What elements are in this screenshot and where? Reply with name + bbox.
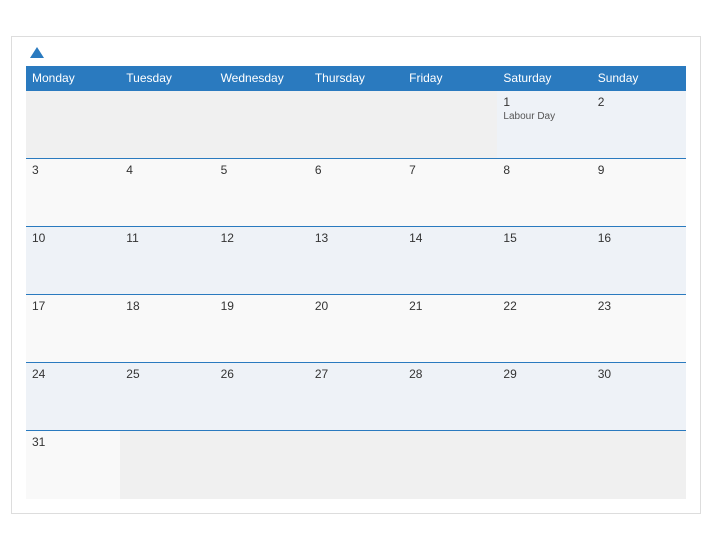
day-number: 30: [598, 367, 680, 381]
calendar-cell: 25: [120, 363, 214, 431]
day-number: 1: [503, 95, 585, 109]
day-number: 24: [32, 367, 114, 381]
calendar-cell: [403, 91, 497, 159]
calendar-cell: 26: [215, 363, 309, 431]
calendar-cell: [120, 431, 214, 499]
weekday-header: Tuesday: [120, 66, 214, 91]
day-number: 27: [315, 367, 397, 381]
day-number: 12: [221, 231, 303, 245]
calendar-cell: 2: [592, 91, 686, 159]
calendar-cell: 3: [26, 159, 120, 227]
day-number: 8: [503, 163, 585, 177]
calendar-cell: [120, 91, 214, 159]
logo: [26, 47, 44, 58]
day-number: 28: [409, 367, 491, 381]
calendar-week-row: 1 Labour Day 2: [26, 91, 686, 159]
calendar-cell: 18: [120, 295, 214, 363]
calendar-cell: 1 Labour Day: [497, 91, 591, 159]
calendar-cell: 22: [497, 295, 591, 363]
calendar-cell: 9: [592, 159, 686, 227]
day-number: 13: [315, 231, 397, 245]
calendar-cell: [26, 91, 120, 159]
day-number: 2: [598, 95, 680, 109]
day-number: 14: [409, 231, 491, 245]
day-number: 31: [32, 435, 114, 449]
calendar-cell: 21: [403, 295, 497, 363]
day-number: 20: [315, 299, 397, 313]
calendar-header: [26, 47, 686, 58]
calendar-cell: 24: [26, 363, 120, 431]
calendar-cell: 11: [120, 227, 214, 295]
calendar-cell: [309, 431, 403, 499]
calendar-cell: 31: [26, 431, 120, 499]
calendar-week-row: 17 18 19 20 21 22 23: [26, 295, 686, 363]
calendar-cell: 14: [403, 227, 497, 295]
weekday-header: Wednesday: [215, 66, 309, 91]
weekday-header: Saturday: [497, 66, 591, 91]
weekday-header: Thursday: [309, 66, 403, 91]
calendar-week-row: 31: [26, 431, 686, 499]
day-number: 23: [598, 299, 680, 313]
day-number: 22: [503, 299, 585, 313]
calendar-cell: [497, 431, 591, 499]
calendar-cell: 17: [26, 295, 120, 363]
calendar-cell: 15: [497, 227, 591, 295]
calendar-cell: 28: [403, 363, 497, 431]
day-number: 10: [32, 231, 114, 245]
day-number: 15: [503, 231, 585, 245]
day-number: 4: [126, 163, 208, 177]
calendar-cell: 20: [309, 295, 403, 363]
day-number: 25: [126, 367, 208, 381]
calendar-cell: 29: [497, 363, 591, 431]
day-number: 18: [126, 299, 208, 313]
weekday-header: Friday: [403, 66, 497, 91]
calendar-cell: 16: [592, 227, 686, 295]
calendar-cell: [309, 91, 403, 159]
day-number: 5: [221, 163, 303, 177]
calendar-cell: 6: [309, 159, 403, 227]
day-number: 9: [598, 163, 680, 177]
calendar-cell: 4: [120, 159, 214, 227]
calendar-cell: 8: [497, 159, 591, 227]
weekday-header: Monday: [26, 66, 120, 91]
calendar-cell: [403, 431, 497, 499]
calendar-week-row: 3456789: [26, 159, 686, 227]
calendar-container: MondayTuesdayWednesdayThursdayFridaySatu…: [11, 36, 701, 514]
calendar-cell: 30: [592, 363, 686, 431]
calendar-header-row: MondayTuesdayWednesdayThursdayFridaySatu…: [26, 66, 686, 91]
calendar-cell: 7: [403, 159, 497, 227]
calendar-cell: 19: [215, 295, 309, 363]
day-number: 7: [409, 163, 491, 177]
calendar-cell: [215, 91, 309, 159]
calendar-cell: 5: [215, 159, 309, 227]
calendar-week-row: 24 25 26 27 28 29 30: [26, 363, 686, 431]
calendar-cell: [592, 431, 686, 499]
calendar-week-row: 10 11 12 13 14 15 16: [26, 227, 686, 295]
day-number: 29: [503, 367, 585, 381]
day-number: 21: [409, 299, 491, 313]
calendar-cell: 23: [592, 295, 686, 363]
day-number: 16: [598, 231, 680, 245]
logo-triangle-icon: [30, 47, 44, 58]
calendar-cell: [215, 431, 309, 499]
day-number: 6: [315, 163, 397, 177]
calendar-cell: 10: [26, 227, 120, 295]
holiday-label: Labour Day: [503, 111, 585, 122]
day-number: 19: [221, 299, 303, 313]
calendar-table: MondayTuesdayWednesdayThursdayFridaySatu…: [26, 66, 686, 499]
day-number: 26: [221, 367, 303, 381]
day-number: 3: [32, 163, 114, 177]
calendar-cell: 12: [215, 227, 309, 295]
calendar-cell: 27: [309, 363, 403, 431]
weekday-header: Sunday: [592, 66, 686, 91]
day-number: 11: [126, 231, 208, 245]
day-number: 17: [32, 299, 114, 313]
calendar-cell: 13: [309, 227, 403, 295]
